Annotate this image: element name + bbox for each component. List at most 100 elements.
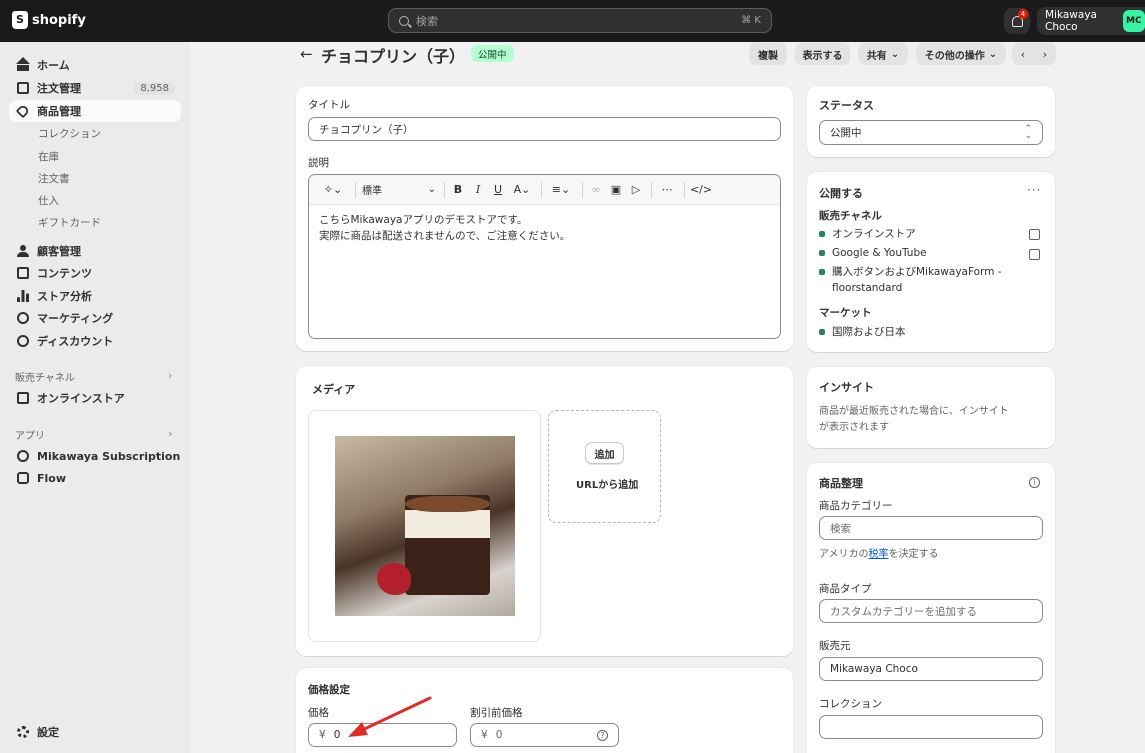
shopify-logo[interactable]: shopify (12, 11, 86, 29)
status-dot (819, 269, 825, 275)
description-line: こちらMikawayaアプリのデモストアです。 (319, 214, 528, 226)
toolbar-divider (541, 181, 542, 198)
markets-subtitle: マーケット (819, 307, 872, 319)
chevron-right-icon[interactable]: › (168, 427, 172, 440)
store-icon (17, 392, 29, 404)
publishing-title: 公開する (819, 187, 863, 200)
person-icon (17, 245, 29, 257)
price-label: 価格 (308, 707, 329, 719)
media-dropzone[interactable] (548, 410, 661, 523)
description-editor[interactable]: ✧⌄ 標準 ⌄ B I U A⌄ ≡⌄ ∞ ▣ ▷ ⋯ </> こちらMikaw… (308, 174, 781, 339)
product-image-strawberry (377, 563, 411, 595)
status-select[interactable]: 公開中 ⌃ ⌄ (819, 120, 1043, 145)
app-icon (17, 450, 29, 462)
compare-at-price-value: 0 (495, 729, 503, 741)
sidebar-sub-purchase-orders[interactable]: 注文書 (38, 171, 70, 186)
bold-icon[interactable]: B (451, 180, 465, 200)
sidebar-item-analytics[interactable]: ストア分析 (9, 285, 181, 307)
share-button[interactable]: 共有 ⌄ (858, 43, 908, 65)
sidebar-item-orders[interactable]: 注文管理 8,958 (9, 77, 181, 99)
sales-channels-label: 販売チャネル (15, 373, 75, 384)
content-icon (17, 267, 29, 279)
info-icon[interactable]: i (1029, 477, 1040, 488)
tax-rate-link[interactable]: 税率 (869, 549, 889, 560)
sidebar-sub-transfers[interactable]: 仕入 (38, 193, 59, 208)
help-icon[interactable]: ? (597, 729, 608, 741)
align-icon[interactable]: ≡⌄ (548, 180, 574, 200)
more-icon[interactable]: ⋯ (658, 180, 676, 200)
sidebar-item-content[interactable]: コンテンツ (9, 262, 181, 284)
collections-input[interactable] (819, 715, 1043, 739)
sidebar-item-app-subscription[interactable]: Mikawaya Subscription (9, 445, 181, 467)
add-from-url-link[interactable]: URLから追加 (576, 476, 638, 491)
back-arrow-icon[interactable]: ← (300, 45, 313, 63)
chevron-down-icon: ⌄ (890, 48, 900, 60)
sidebar-item-label: 設定 (37, 726, 59, 739)
more-actions-button[interactable]: その他の操作 ⌄ (916, 43, 1006, 65)
title-label: タイトル (308, 99, 350, 111)
toolbar-divider (651, 181, 652, 198)
store-name: Mikawaya Choco (1045, 9, 1097, 33)
flow-icon (17, 472, 29, 484)
organization-title: 商品整理 (819, 477, 863, 490)
video-icon[interactable]: ▷ (629, 180, 643, 200)
next-product-icon[interactable]: › (1043, 48, 1047, 61)
sidebar-sub-inventory[interactable]: 在庫 (38, 149, 59, 164)
compare-at-price-label: 割引前価格 (470, 707, 523, 719)
sidebar-item-discounts[interactable]: ディスカウント (9, 330, 181, 352)
sidebar-item-label: ホーム (37, 59, 70, 72)
sidebar-item-marketing[interactable]: マーケティング (9, 307, 181, 329)
product-image-cream (405, 510, 490, 538)
category-search-input[interactable]: 検索 (819, 516, 1043, 540)
schedule-icon[interactable] (1029, 249, 1040, 260)
gear-icon (17, 726, 29, 738)
sidebar-item-label: Flow (37, 471, 67, 485)
channel-item: Google & YouTube (819, 245, 927, 261)
underline-icon[interactable]: U (491, 180, 505, 200)
store-menu[interactable]: Mikawaya Choco MC (1037, 7, 1145, 35)
view-button[interactable]: 表示する (795, 43, 850, 65)
toolbar-divider (582, 181, 583, 198)
insights-title: インサイト (819, 381, 874, 394)
link-icon[interactable]: ∞ (589, 180, 603, 200)
title-input[interactable]: チョコプリン（子） (308, 117, 781, 141)
more-options-icon[interactable]: ··· (1027, 183, 1041, 197)
search-bar[interactable]: 検索 ⌘ K (388, 8, 772, 33)
page-title: チョコプリン（子） (321, 47, 466, 66)
notifications-button[interactable]: 4 (1004, 8, 1030, 34)
channel-name-line: 購入ボタンおよびMikawayaForm - (832, 266, 1002, 278)
sidebar-sub-gift-cards[interactable]: ギフトカード (38, 215, 101, 230)
sidebar-item-home[interactable]: ホーム (9, 54, 181, 76)
chevron-down-icon: ⌄ (427, 184, 436, 195)
sidebar-item-online-store[interactable]: オンラインストア (9, 387, 181, 409)
previous-product-icon[interactable]: ‹ (1021, 48, 1025, 61)
image-icon[interactable]: ▣ (609, 180, 623, 200)
vendor-label: 販売元 (819, 640, 851, 652)
sidebar-item-products[interactable]: 商品管理 (9, 100, 181, 122)
status-dot (819, 250, 825, 256)
vendor-input[interactable]: Mikawaya Choco (819, 657, 1043, 681)
duplicate-button[interactable]: 複製 (749, 43, 787, 65)
text-color-icon[interactable]: A⌄ (511, 180, 533, 200)
chevron-down-icon: ⌄ (988, 48, 998, 60)
ai-sparkle-icon[interactable]: ✧⌄ (319, 180, 347, 200)
code-icon[interactable]: </> (690, 180, 712, 200)
chevron-right-icon[interactable]: › (168, 369, 172, 382)
compare-at-price-input[interactable]: ¥ 0 ? (470, 723, 619, 747)
add-media-button[interactable]: 追加 (585, 442, 624, 464)
format-select[interactable]: 標準 ⌄ (362, 180, 436, 200)
italic-icon[interactable]: I (471, 180, 485, 200)
sidebar-sub-collections[interactable]: コレクション (38, 126, 101, 141)
sidebar-item-label: 顧客管理 (37, 245, 81, 258)
tax-note-suffix: を決定する (888, 549, 939, 560)
status-select-value: 公開中 (830, 127, 862, 139)
schedule-icon[interactable] (1029, 229, 1040, 240)
vendor-value: Mikawaya Choco (830, 663, 918, 675)
top-bar: shopify 検索 ⌘ K 4 Mikawaya Choco MC (0, 0, 1145, 42)
sidebar-item-settings[interactable]: 設定 (9, 721, 181, 743)
sidebar-item-app-flow[interactable]: Flow (9, 467, 181, 489)
product-type-input[interactable]: カスタムカテゴリーを追加する (819, 599, 1043, 623)
sidebar-item-customers[interactable]: 顧客管理 (9, 240, 181, 262)
search-icon (399, 15, 409, 26)
product-type-placeholder: カスタムカテゴリーを追加する (830, 605, 977, 618)
